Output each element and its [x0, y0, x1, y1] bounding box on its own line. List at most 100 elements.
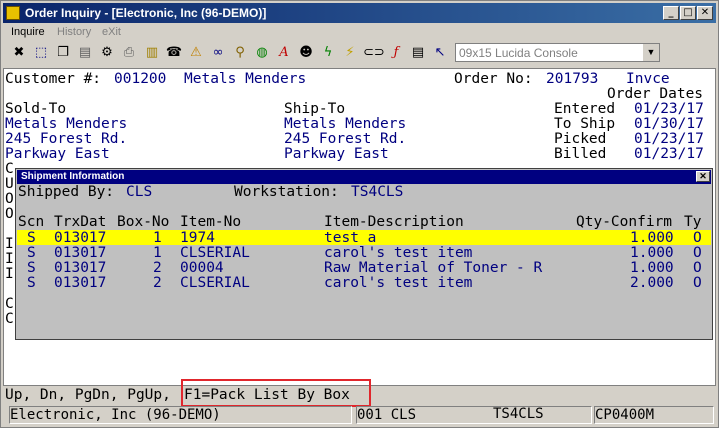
- font-select[interactable]: 09x15 Lucida Console ▼: [455, 43, 660, 62]
- hidden-text-fragment: O: [5, 206, 14, 222]
- title-bar[interactable]: Order Inquiry - [Electronic, Inc (96-DEM…: [3, 3, 716, 23]
- note-icon[interactable]: ▥: [143, 43, 161, 63]
- row-box: 1: [153, 245, 162, 261]
- settings-icon[interactable]: ⚙: [98, 43, 116, 63]
- dialog-close-button[interactable]: ✕: [696, 171, 710, 182]
- workstation-value: TS4CLS: [351, 184, 404, 200]
- hidden-text-fragment: O: [5, 191, 14, 207]
- date-label-to-ship: To Ship: [554, 116, 616, 132]
- row-box: 1: [153, 230, 162, 246]
- f1-highlight-box: [181, 379, 371, 407]
- search-icon[interactable]: ⚲: [231, 43, 249, 63]
- customer-number: 001200: [114, 71, 167, 87]
- row-trxdat: 013017: [54, 245, 107, 261]
- hidden-text-fragment: C: [5, 161, 14, 177]
- row-desc: Raw Material of Toner - R: [324, 260, 543, 276]
- status-workstation: TS4CLS: [493, 406, 544, 422]
- row-qty: 1.000: [630, 245, 674, 261]
- row-item: CLSERIAL: [180, 275, 250, 291]
- date-value-to-ship: 01/30/17: [634, 116, 704, 132]
- row-trxdat: 013017: [54, 275, 107, 291]
- row-item: 1974: [180, 230, 215, 246]
- hidden-text-fragment: I: [5, 236, 14, 252]
- status-program: CP0400M: [594, 406, 714, 424]
- toolbar: ✖ ⬚ ❐ ▤ ⚙ ⎙ ▥ ☎ ⚠ ∞ ⚲ ◍ A ☻ ϟ ⚡ ⊂⊃ ƒ ▤ ↖…: [3, 42, 716, 66]
- row-box: 2: [153, 260, 162, 276]
- app-icon: [6, 6, 20, 20]
- sold-to-line: 245 Forest Rd.: [5, 131, 128, 147]
- chevron-down-icon[interactable]: ▼: [642, 44, 659, 61]
- row-desc: carol's test item: [324, 275, 473, 291]
- copy-icon[interactable]: ❐: [54, 43, 72, 63]
- font-select-value: 09x15 Lucida Console: [459, 46, 578, 60]
- help-pointer-icon[interactable]: ↖: [431, 43, 449, 63]
- column-header-qty-confirm: Qty-Confirm: [576, 214, 673, 230]
- shipment-info-dialog: Shipment Information ✕ Shipped By: CLS W…: [15, 168, 713, 340]
- contact-icon[interactable]: ☎: [165, 43, 183, 63]
- binoculars-icon[interactable]: ∞: [209, 43, 227, 63]
- lightning-icon[interactable]: ϟ: [319, 43, 337, 63]
- row-ty: O: [693, 245, 702, 261]
- row-ty: O: [693, 260, 702, 276]
- date-label-billed: Billed: [554, 146, 607, 162]
- date-label-entered: Entered: [554, 101, 616, 117]
- print-preview-icon[interactable]: ▤: [76, 43, 94, 63]
- hidden-text-fragment: I: [5, 266, 14, 282]
- status-company: Electronic, Inc (96-DEMO): [9, 406, 352, 424]
- menu-bar: Inquire History eXit: [3, 24, 716, 42]
- row-scn: S: [27, 230, 36, 246]
- shipped-by-value: CLS: [126, 184, 153, 200]
- lightning-alt-icon[interactable]: ⚡: [341, 43, 359, 63]
- status-bar: Electronic, Inc (96-DEMO) 001 CLS TS4CLS…: [3, 405, 716, 425]
- column-header-box-no: Box-No: [117, 214, 170, 230]
- menu-history[interactable]: History: [57, 26, 91, 38]
- sold-to-line: Metals Menders: [5, 116, 128, 132]
- link-icon[interactable]: ⊂⊃: [363, 43, 385, 63]
- date-label-picked: Picked: [554, 131, 607, 147]
- hidden-text-fragment: U: [5, 176, 14, 192]
- order-label: Order No:: [454, 71, 533, 87]
- dialog-title-bar[interactable]: Shipment Information ✕: [17, 170, 711, 184]
- print-icon[interactable]: ⎙: [120, 43, 138, 63]
- menu-exit[interactable]: eXit: [102, 26, 121, 38]
- order-dates-label: Order Dates: [607, 86, 704, 102]
- globe-icon[interactable]: ◍: [253, 43, 271, 63]
- function-icon[interactable]: ƒ: [387, 43, 405, 63]
- ship-to-line: Parkway East: [284, 146, 389, 162]
- customer-label: Customer #:: [5, 71, 102, 87]
- font-icon[interactable]: A: [275, 43, 293, 63]
- ship-to-line: 245 Forest Rd.: [284, 131, 407, 147]
- ship-to-label: Ship-To: [284, 101, 346, 117]
- person-icon[interactable]: ☻: [297, 43, 315, 63]
- document-icon[interactable]: ▤: [409, 43, 427, 63]
- row-trxdat: 013017: [54, 260, 107, 276]
- column-header-ty: Ty: [684, 214, 702, 230]
- sold-to-label: Sold-To: [5, 101, 67, 117]
- minimize-button[interactable]: _: [663, 6, 679, 20]
- row-ty: O: [693, 275, 702, 291]
- column-header-item-description: Item-Description: [324, 214, 464, 230]
- date-value-entered: 01/23/17: [634, 101, 704, 117]
- date-value-billed: 01/23/17: [634, 146, 704, 162]
- shipped-by-label: Shipped By:: [18, 184, 115, 200]
- row-desc: carol's test item: [324, 245, 473, 261]
- row-item: 00004: [180, 260, 224, 276]
- order-status: Invce: [626, 71, 670, 87]
- hidden-text-fragment: C: [5, 296, 14, 312]
- close-button[interactable]: ✕: [697, 6, 713, 20]
- order-number: 201793: [546, 71, 599, 87]
- row-scn: S: [27, 260, 36, 276]
- select-icon[interactable]: ⬚: [32, 43, 50, 63]
- close-icon[interactable]: ✖: [10, 43, 28, 63]
- date-value-picked: 01/23/17: [634, 131, 704, 147]
- nav-keys-text: Up, Dn, PgDn, PgUp,: [5, 387, 171, 403]
- menu-inquire[interactable]: Inquire: [11, 26, 45, 38]
- maximize-button[interactable]: □: [680, 6, 696, 20]
- order-inquiry-window: Order Inquiry - [Electronic, Inc (96-DEM…: [0, 0, 719, 428]
- sold-to-line: Parkway East: [5, 146, 110, 162]
- row-box: 2: [153, 275, 162, 291]
- ship-to-line: Metals Menders: [284, 116, 407, 132]
- alert-icon[interactable]: ⚠: [187, 43, 205, 63]
- row-scn: S: [27, 245, 36, 261]
- hidden-text-fragment: I: [5, 251, 14, 267]
